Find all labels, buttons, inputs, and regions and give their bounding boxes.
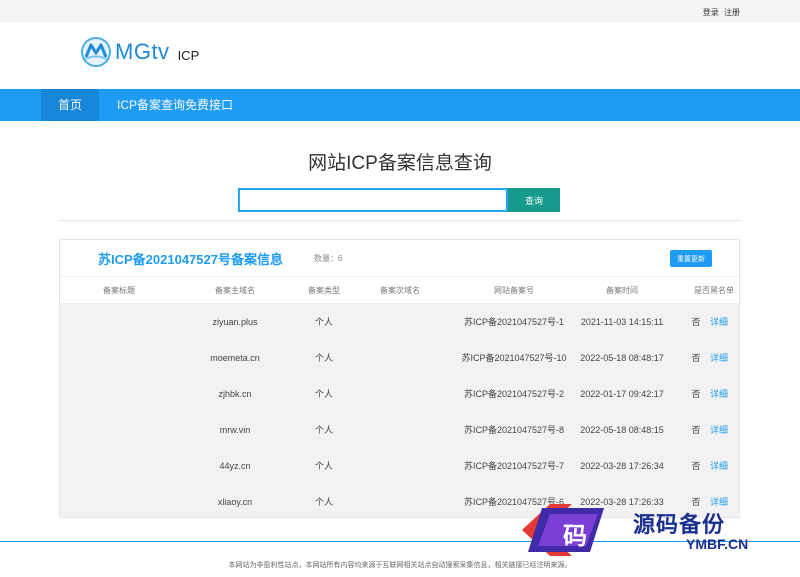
cell-icp: 苏ICP备2021047527号-10 bbox=[461, 353, 567, 363]
cell-type: 个人 bbox=[314, 317, 333, 327]
cell-blacklist: 否 bbox=[691, 353, 701, 363]
table-body: ziyuan.plus 个人 苏ICP备2021047527号-1 2021-1… bbox=[60, 304, 739, 517]
cell-domain: mrw.vin bbox=[219, 425, 251, 435]
cell-blacklist: 否 bbox=[691, 425, 701, 435]
table-row: ziyuan.plus 个人 苏ICP备2021047527号-1 2021-1… bbox=[60, 304, 739, 340]
cell-time: 2022-01-17 09:42:17 bbox=[580, 389, 664, 399]
cell-domain: xliaoy.cn bbox=[217, 497, 253, 507]
table-row: 44yz.cn 个人 苏ICP备2021047527号-7 2022-03-28… bbox=[60, 448, 739, 484]
nav-api[interactable]: ICP备案查询免费接口 bbox=[117, 89, 233, 121]
header-subdomain: 备案次域名 bbox=[380, 286, 420, 295]
search-input[interactable] bbox=[238, 188, 508, 212]
logo-text: MGtv bbox=[115, 39, 170, 64]
site-logo[interactable]: MGtv ICP bbox=[80, 36, 199, 68]
logo-subtitle: ICP bbox=[177, 47, 200, 63]
cell-domain: moemeta.cn bbox=[210, 353, 260, 363]
detail-link[interactable]: 详细 bbox=[710, 412, 728, 448]
detail-link[interactable]: 详细 bbox=[710, 304, 728, 340]
result-panel: 苏ICP备2021047527号备案信息 数量：6 重置更新 备案标题 备案主域… bbox=[59, 239, 740, 518]
page-title: 网站ICP备案信息查询 bbox=[308, 153, 492, 174]
header-time: 备案时间 bbox=[606, 286, 638, 295]
cell-blacklist: 否 bbox=[691, 461, 701, 471]
cell-type: 个人 bbox=[314, 425, 333, 435]
cell-icp: 苏ICP备2021047527号-7 bbox=[463, 461, 565, 471]
watermark-cn: 源码备份 bbox=[633, 512, 726, 538]
top-links: 登录 注册 bbox=[700, 7, 740, 18]
login-link[interactable]: 登录 bbox=[703, 8, 719, 17]
cell-type: 个人 bbox=[314, 497, 333, 507]
detail-link[interactable]: 详细 bbox=[710, 448, 728, 484]
panel-title: 苏ICP备2021047527号备案信息 bbox=[98, 252, 283, 267]
header-title: 备案标题 bbox=[103, 286, 135, 295]
cell-icp: 苏ICP备2021047527号-8 bbox=[463, 425, 565, 435]
cell-type: 个人 bbox=[314, 353, 333, 363]
detail-link[interactable]: 详细 bbox=[710, 376, 728, 412]
table-header: 备案标题 备案主域名 备案类型 备案次域名 网站备案号 备案时间 是否黑名单 bbox=[60, 276, 739, 304]
cell-icp: 苏ICP备2021047527号-2 bbox=[463, 389, 565, 399]
search-bar: 查询 bbox=[238, 188, 560, 212]
table-row: mrw.vin 个人 苏ICP备2021047527号-8 2022-05-18… bbox=[60, 412, 739, 448]
cell-icp: 苏ICP备2021047527号-1 bbox=[463, 317, 565, 327]
main-nav: 首页 ICP备案查询免费接口 bbox=[0, 89, 800, 121]
cell-time: 2022-05-18 08:48:17 bbox=[580, 353, 664, 363]
table-row: zjhbk.cn 个人 苏ICP备2021047527号-2 2022-01-1… bbox=[60, 376, 739, 412]
cell-blacklist: 否 bbox=[691, 389, 701, 399]
header-domain: 备案主域名 bbox=[215, 286, 255, 295]
top-bar: 登录 注册 bbox=[0, 0, 800, 22]
mgtv-logo-icon bbox=[81, 37, 111, 67]
header-icp: 网站备案号 bbox=[494, 286, 534, 295]
register-link[interactable]: 注册 bbox=[724, 8, 740, 17]
cell-domain: zjhbk.cn bbox=[218, 389, 252, 399]
refresh-button[interactable]: 重置更新 bbox=[670, 250, 712, 267]
watermark: 码 源码备份 YMBF.CN bbox=[505, 498, 800, 563]
table-row: moemeta.cn 个人 苏ICP备2021047527号-10 2022-0… bbox=[60, 340, 739, 376]
nav-home[interactable]: 首页 bbox=[41, 89, 99, 121]
search-button[interactable]: 查询 bbox=[508, 188, 560, 212]
detail-link[interactable]: 详细 bbox=[710, 340, 728, 376]
site-header: MGtv ICP bbox=[0, 22, 800, 89]
watermark-char: 码 bbox=[563, 521, 587, 550]
watermark-en: YMBF.CN bbox=[686, 536, 749, 552]
header-type: 备案类型 bbox=[308, 286, 340, 295]
cell-domain: ziyuan.plus bbox=[212, 317, 258, 327]
cell-time: 2022-05-18 08:48:15 bbox=[580, 425, 664, 435]
cell-type: 个人 bbox=[314, 461, 333, 471]
cell-time: 2022-03-28 17:26:34 bbox=[580, 461, 664, 471]
header-blacklist: 是否黑名单 bbox=[694, 286, 734, 295]
record-count: 数量：6 bbox=[314, 254, 343, 263]
cell-time: 2021-11-03 14:15:11 bbox=[580, 317, 664, 327]
cell-domain: 44yz.cn bbox=[219, 461, 251, 471]
divider bbox=[60, 220, 740, 221]
cell-type: 个人 bbox=[314, 389, 333, 399]
cell-blacklist: 否 bbox=[691, 317, 701, 327]
